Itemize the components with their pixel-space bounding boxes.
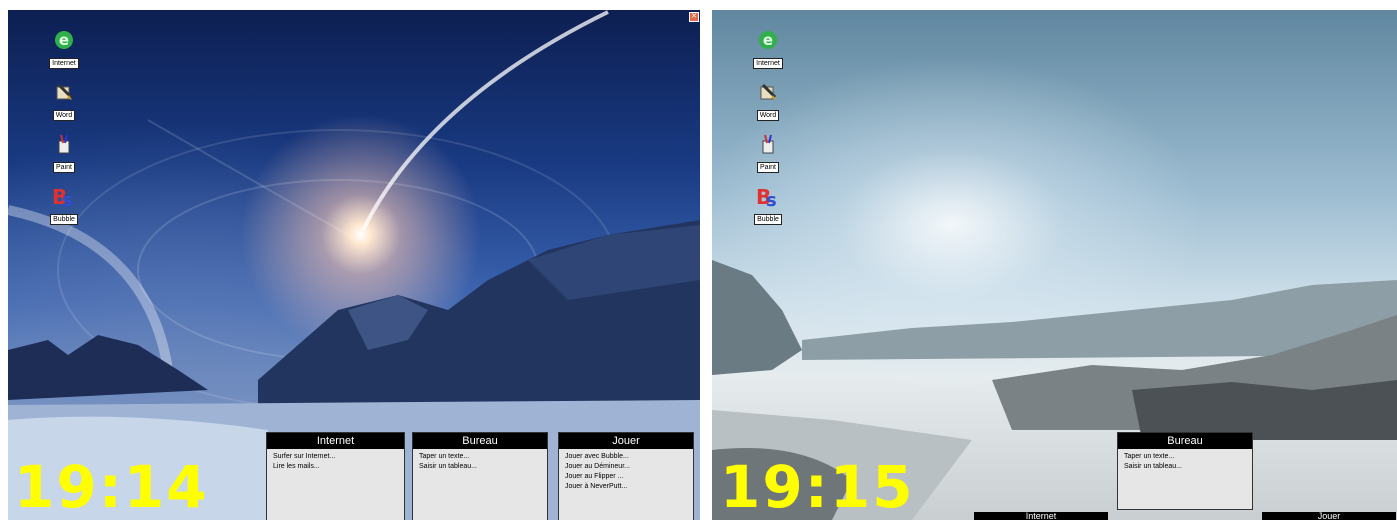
menu-bureau: Bureau Taper un texte... Saisir un table… bbox=[412, 432, 548, 520]
bubble-desktop-icon[interactable]: Bs Bubble bbox=[748, 184, 788, 226]
menu-item[interactable]: Taper un texte... bbox=[1118, 452, 1252, 462]
menu-item[interactable]: Jouer avec Bubble... bbox=[559, 452, 693, 462]
menu-item[interactable]: Saisir un tableau... bbox=[413, 462, 547, 472]
paint-desktop-icon[interactable]: Paint bbox=[44, 132, 84, 174]
clock: 19:14 bbox=[14, 453, 209, 520]
bubble-logo-icon: Bs bbox=[44, 184, 84, 208]
icon-label-internet: Internet bbox=[49, 58, 79, 69]
svg-text:s: s bbox=[62, 190, 73, 208]
paint-desktop-icon[interactable]: Paint bbox=[748, 132, 788, 174]
collapsed-tab-internet[interactable]: Internet bbox=[974, 512, 1108, 520]
bubble-desktop-icon[interactable]: Bs Bubble bbox=[44, 184, 84, 226]
svg-text:s: s bbox=[766, 190, 777, 208]
menu-item[interactable]: Surfer sur Internet... bbox=[267, 452, 404, 462]
close-icon[interactable]: ✕ bbox=[689, 12, 699, 22]
menu-item[interactable]: Jouer à NeverPutt... bbox=[559, 482, 693, 492]
menu-header[interactable]: Bureau bbox=[413, 433, 547, 449]
menu-jouer: Jouer Jouer avec Bubble... Jouer au Démi… bbox=[558, 432, 694, 520]
word-desktop-icon[interactable]: Word bbox=[748, 80, 788, 122]
bubble-logo-icon: Bs bbox=[748, 184, 788, 208]
internet-desktop-icon[interactable]: e Internet bbox=[44, 28, 84, 70]
paint-pot-icon bbox=[748, 132, 788, 156]
menu-item[interactable]: Jouer au Flipper ... bbox=[559, 472, 693, 482]
menu-bureau: Bureau Taper un texte... Saisir un table… bbox=[1117, 432, 1253, 510]
menu-item[interactable]: Lire les mails... bbox=[267, 462, 404, 472]
desktop-screen-left: ✕ e Internet Word Paint Bs Bubble 19:14 … bbox=[8, 10, 700, 520]
icon-label-internet: Internet bbox=[753, 58, 783, 69]
icon-label-paint: Paint bbox=[757, 162, 779, 173]
quill-pen-icon bbox=[748, 80, 788, 104]
menu-header[interactable]: Bureau bbox=[1118, 433, 1252, 449]
svg-text:e: e bbox=[763, 31, 773, 49]
quill-pen-icon bbox=[44, 80, 84, 104]
icon-label-word: Word bbox=[756, 110, 780, 121]
desktop-screen-right: e Internet Word Paint Bs Bubble 19:15 Bu… bbox=[712, 10, 1397, 520]
internet-explorer-icon: e bbox=[748, 28, 788, 52]
internet-desktop-icon[interactable]: e Internet bbox=[748, 28, 788, 70]
icon-label-bubble: Bubble bbox=[50, 214, 78, 225]
menu-item[interactable]: Taper un texte... bbox=[413, 452, 547, 462]
icon-label-word: Word bbox=[52, 110, 76, 121]
menu-item[interactable]: Saisir un tableau... bbox=[1118, 462, 1252, 472]
menu-header[interactable]: Jouer bbox=[559, 433, 693, 449]
menu-header[interactable]: Internet bbox=[267, 433, 404, 449]
paint-pot-icon bbox=[44, 132, 84, 156]
clock: 19:15 bbox=[720, 453, 915, 520]
icon-label-paint: Paint bbox=[53, 162, 75, 173]
collapsed-tab-jouer[interactable]: Jouer bbox=[1262, 512, 1396, 520]
svg-text:e: e bbox=[59, 31, 69, 49]
menu-internet: Internet Surfer sur Internet... Lire les… bbox=[266, 432, 405, 520]
icon-label-bubble: Bubble bbox=[754, 214, 782, 225]
internet-explorer-icon: e bbox=[44, 28, 84, 52]
wallpaper-right bbox=[712, 260, 1397, 520]
menu-item[interactable]: Jouer au Démineur... bbox=[559, 462, 693, 472]
word-desktop-icon[interactable]: Word bbox=[44, 80, 84, 122]
